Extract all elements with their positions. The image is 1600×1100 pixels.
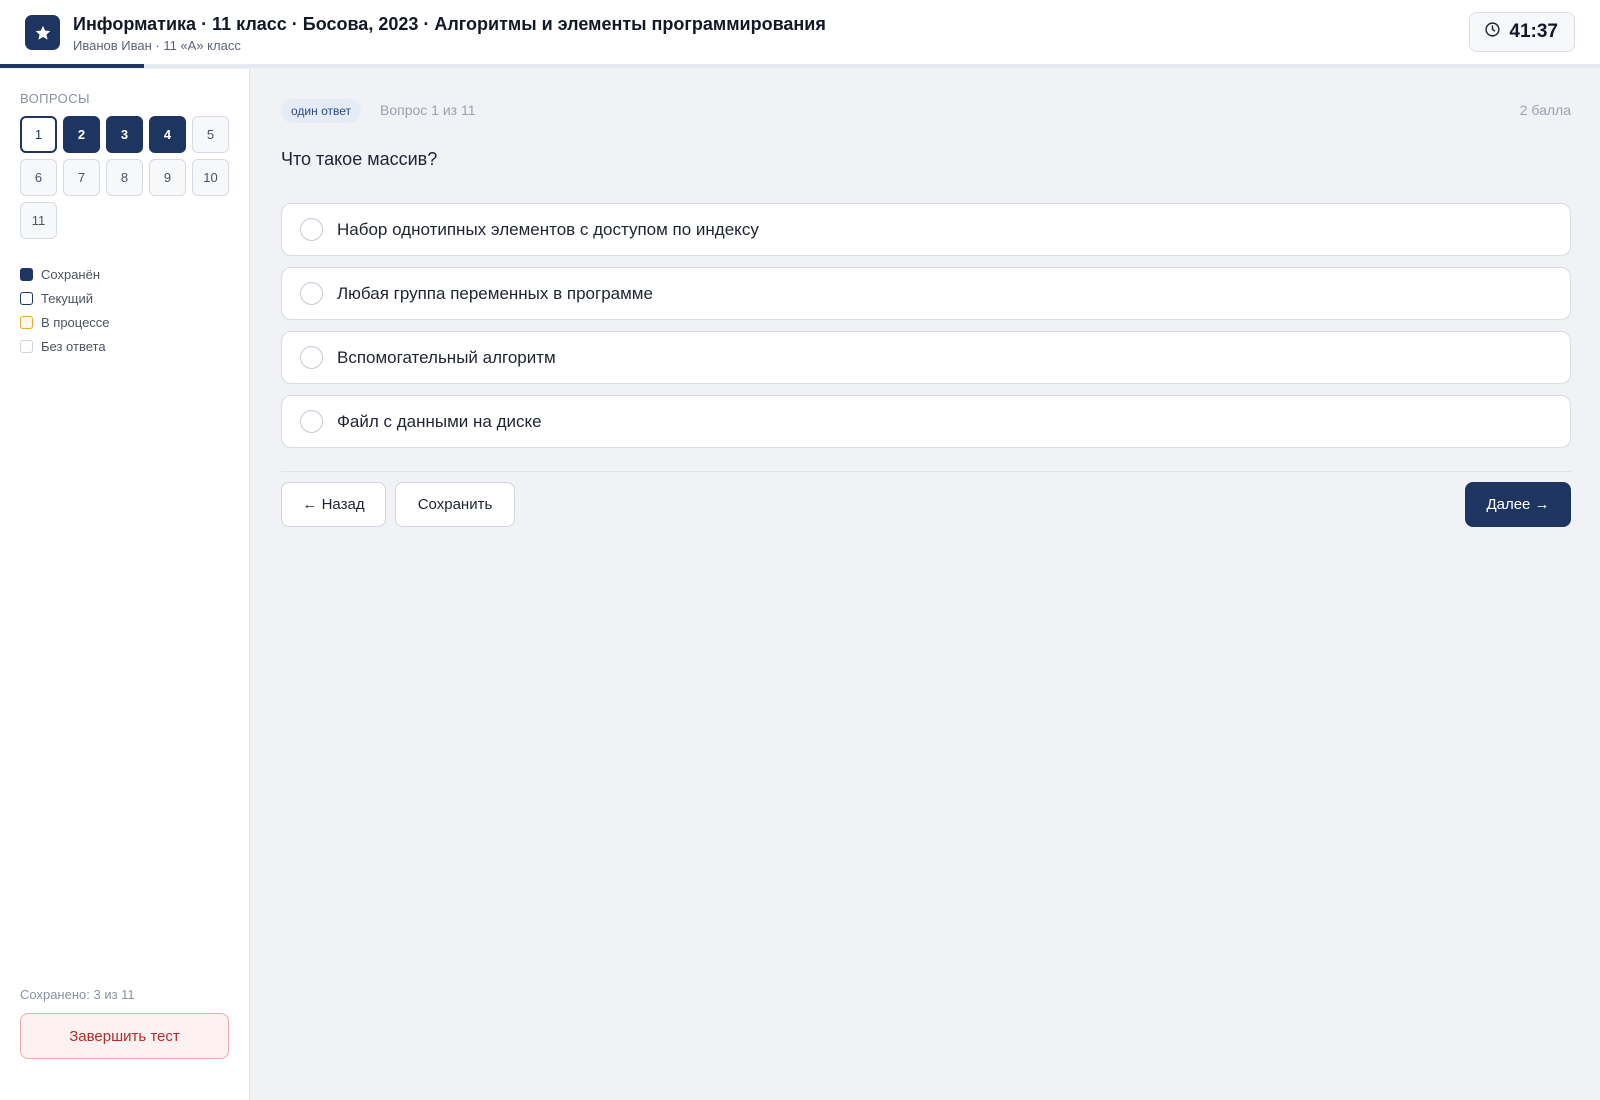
- question-nav-button[interactable]: 11: [20, 202, 57, 239]
- test-progress-bar: [0, 64, 1600, 68]
- timer: 41:37: [1469, 12, 1575, 52]
- question-nav-button[interactable]: 5: [192, 116, 229, 153]
- answer-option[interactable]: Вспомогательный алгоритм: [281, 331, 1571, 384]
- answer-option[interactable]: Набор однотипных элементов с доступом по…: [281, 203, 1571, 256]
- radio-button[interactable]: [300, 282, 323, 305]
- answer-option-label: Вспомогательный алгоритм: [337, 348, 556, 367]
- saved-count: Сохранено: 3 из 11: [20, 987, 135, 1002]
- test-progress-fill: [0, 64, 144, 68]
- question-nav-button[interactable]: 1: [20, 116, 57, 153]
- question-nav-button[interactable]: 7: [63, 159, 100, 196]
- legend-label: Без ответа: [41, 338, 106, 354]
- legend-item: Сохранён: [20, 262, 110, 286]
- star-icon: [25, 15, 60, 50]
- questions-heading: ВОПРОСЫ: [20, 91, 90, 106]
- back-button[interactable]: ← Назад: [281, 482, 386, 527]
- question-nav-button[interactable]: 8: [106, 159, 143, 196]
- question-nav-button[interactable]: 3: [106, 116, 143, 153]
- legend-label: Сохранён: [41, 266, 101, 282]
- answer-option-label: Файл с данными на диске: [337, 412, 542, 431]
- legend-item: В процессе: [20, 310, 110, 334]
- student-info: Иванов Иван · 11 «А» класс: [73, 38, 241, 53]
- answer-option[interactable]: Любая группа переменных в программе: [281, 267, 1571, 320]
- next-button[interactable]: Далее →: [1465, 482, 1571, 527]
- answer-options: Набор однотипных элементов с доступом по…: [281, 203, 1571, 459]
- answer-type-badge: один ответ: [281, 99, 361, 123]
- legend-label: В процессе: [41, 314, 110, 330]
- top-header: Информатика · 11 класс · Босова, 2023 · …: [0, 0, 1600, 68]
- question-points: 2 балла: [1519, 102, 1571, 118]
- question-nav-button[interactable]: 6: [20, 159, 57, 196]
- legend-swatch: [20, 339, 33, 353]
- question-grid: 1 2 3 4 5 6 7 8 9 10 11: [20, 116, 232, 239]
- answer-option[interactable]: Файл с данными на диске: [281, 395, 1571, 448]
- question-counter: Вопрос 1 из 11: [380, 102, 476, 118]
- save-button[interactable]: Сохранить: [395, 482, 515, 527]
- legend-swatch: [20, 267, 33, 281]
- radio-button[interactable]: [300, 410, 323, 433]
- legend-swatch: [20, 291, 33, 305]
- legend-swatch: [20, 315, 33, 329]
- legend-item: Текущий: [20, 286, 110, 310]
- question-nav-button[interactable]: 10: [192, 159, 229, 196]
- question-text: Что такое массив?: [281, 149, 438, 169]
- answer-option-label: Любая группа переменных в программе: [337, 284, 653, 303]
- question-nav-button[interactable]: 9: [149, 159, 186, 196]
- finish-test-button[interactable]: Завершить тест: [20, 1013, 229, 1059]
- radio-button[interactable]: [300, 346, 323, 369]
- questions-sidebar: ВОПРОСЫ 1 2 3 4 5 6 7 8 9 10 11 Сохранён Текущий В п…: [0, 69, 250, 1100]
- divider: [281, 471, 1571, 472]
- question-nav-button[interactable]: 2: [63, 116, 100, 153]
- answer-option-label: Набор однотипных элементов с доступом по…: [337, 220, 759, 239]
- test-title: Информатика · 11 класс · Босова, 2023 · …: [73, 14, 826, 34]
- clock-icon: [1484, 21, 1501, 43]
- timer-value: 41:37: [1509, 21, 1558, 42]
- legend-item: Без ответа: [20, 334, 110, 358]
- radio-button[interactable]: [300, 218, 323, 241]
- status-legend: Сохранён Текущий В процессе Без ответа: [20, 262, 110, 358]
- legend-label: Текущий: [41, 290, 93, 306]
- question-nav-button[interactable]: 4: [149, 116, 186, 153]
- question-meta: один ответ Вопрос 1 из 11 2 балла: [281, 98, 1571, 124]
